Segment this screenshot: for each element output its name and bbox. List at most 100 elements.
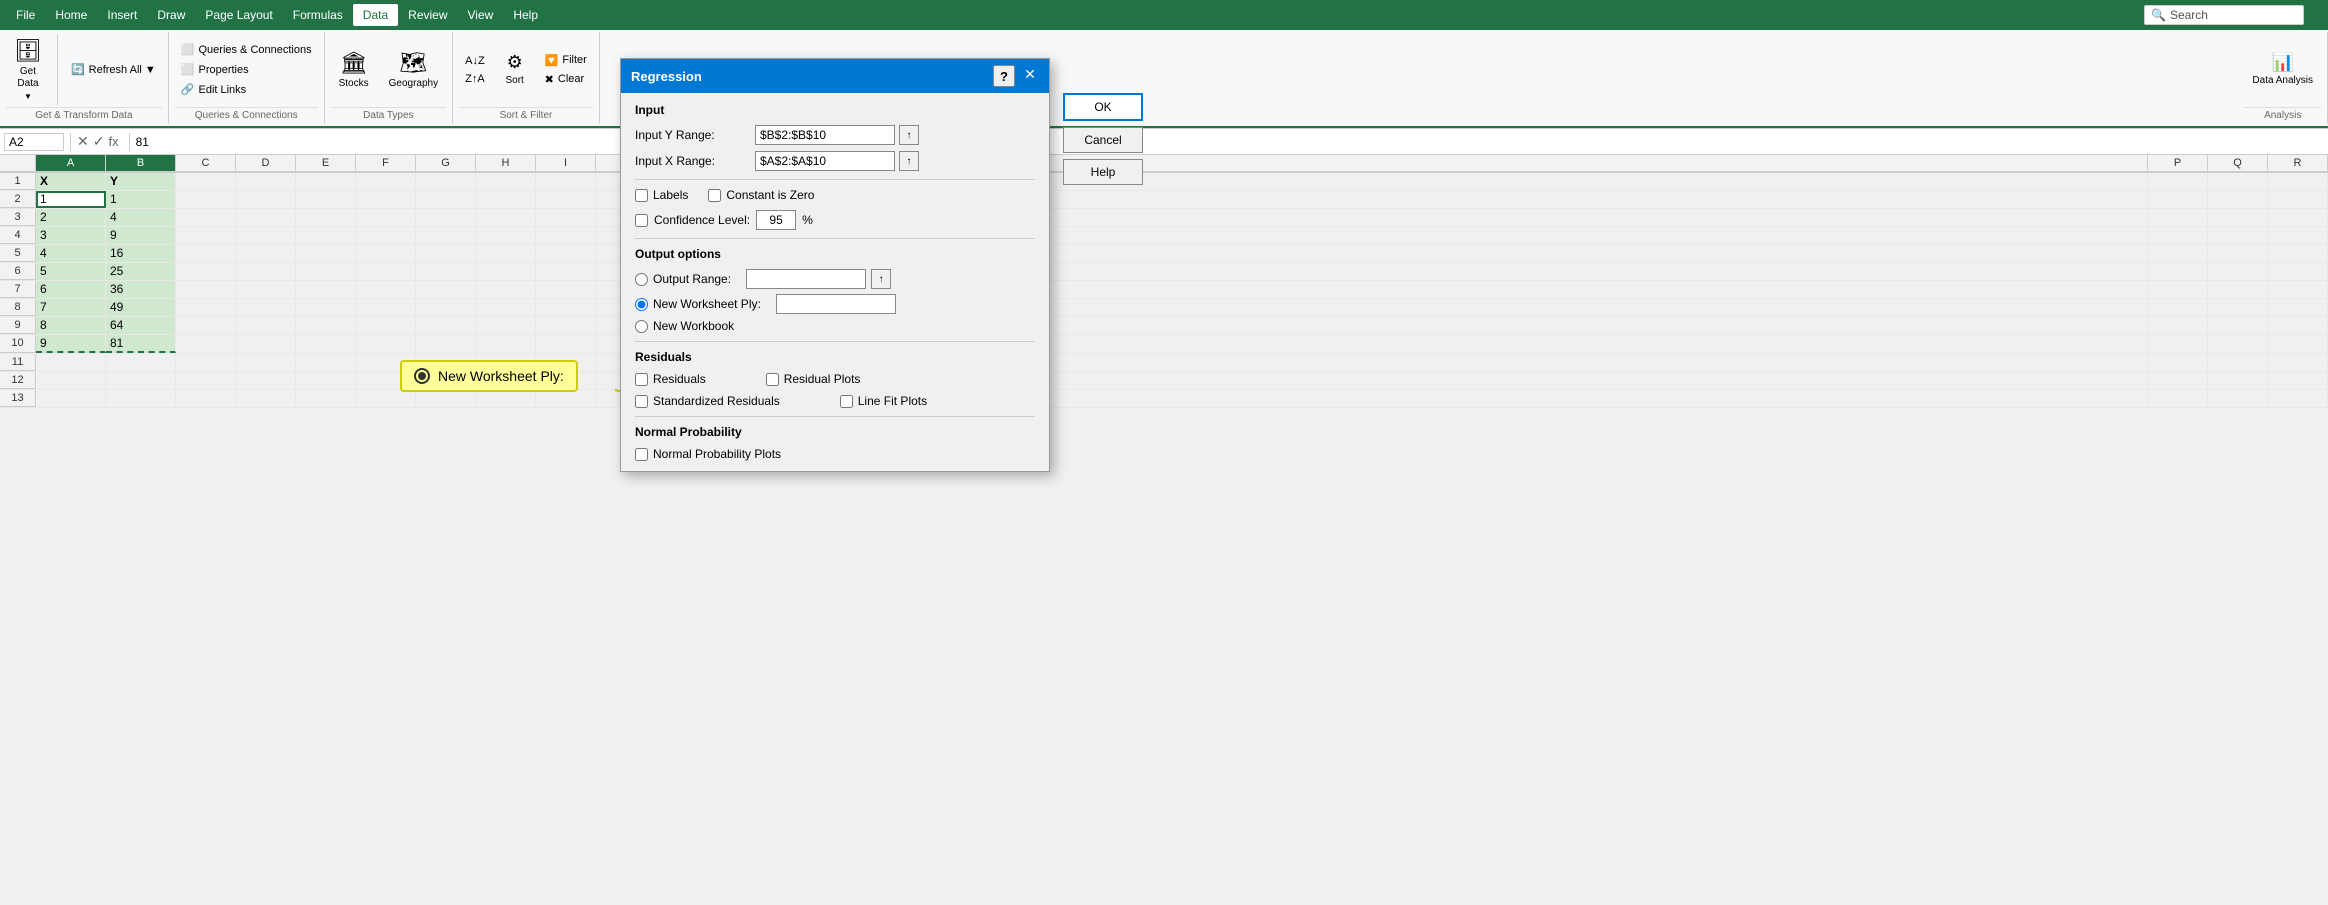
sort-za-button[interactable]: Z↑A — [459, 71, 491, 87]
sort-az-button[interactable]: A↓Z — [459, 53, 491, 69]
dialog-close-button[interactable]: ✕ — [1021, 65, 1039, 83]
cell-p1[interactable] — [2148, 173, 2208, 190]
cell-b3[interactable]: 4 — [106, 209, 176, 226]
constant-zero-checkbox-item[interactable]: Constant is Zero — [708, 188, 814, 202]
cell-i1[interactable] — [536, 173, 596, 190]
cell-a4[interactable]: 3 — [36, 227, 106, 244]
menu-page-layout[interactable]: Page Layout — [195, 4, 282, 26]
col-header-d[interactable]: D — [236, 155, 296, 172]
cell-q2[interactable] — [2208, 191, 2268, 208]
new-workbook-radio[interactable] — [635, 320, 648, 333]
cell-p2[interactable] — [2148, 191, 2208, 208]
cell-f1[interactable] — [356, 173, 416, 190]
cell-b9[interactable]: 64 — [106, 317, 176, 334]
cell-q1[interactable] — [2208, 173, 2268, 190]
properties-button[interactable]: ⬜ Properties — [175, 61, 318, 78]
data-analysis-button[interactable]: 📊 Data Analysis — [2244, 48, 2321, 91]
cell-a2[interactable]: 1 — [36, 191, 106, 208]
edit-links-button[interactable]: 🔗 Edit Links — [175, 81, 318, 98]
col-header-r[interactable]: R — [2268, 155, 2328, 172]
menu-review[interactable]: Review — [398, 4, 457, 26]
menu-file[interactable]: File — [6, 4, 45, 26]
cell-d1[interactable] — [236, 173, 296, 190]
residual-plots-checkbox-item[interactable]: Residual Plots — [766, 372, 861, 386]
cell-f2[interactable] — [356, 191, 416, 208]
input-y-range-btn[interactable]: ↑ — [899, 125, 919, 145]
col-header-i[interactable]: I — [536, 155, 596, 172]
cell-b7[interactable]: 36 — [106, 281, 176, 298]
filter-button[interactable]: 🔽 Filter — [539, 52, 593, 69]
output-range-input[interactable] — [746, 269, 866, 289]
input-x-range-btn[interactable]: ↑ — [899, 151, 919, 171]
cancel-formula-icon[interactable]: ✕ — [77, 133, 89, 150]
line-fit-checkbox[interactable] — [840, 395, 853, 408]
cell-b4[interactable]: 9 — [106, 227, 176, 244]
insert-function-icon[interactable]: fx — [108, 134, 118, 149]
menu-insert[interactable]: Insert — [97, 4, 147, 26]
cell-i2[interactable] — [536, 191, 596, 208]
menu-home[interactable]: Home — [45, 4, 97, 26]
cell-h2[interactable] — [476, 191, 536, 208]
confirm-formula-icon[interactable]: ✓ — [93, 133, 105, 150]
cell-c1[interactable] — [176, 173, 236, 190]
formula-input[interactable] — [136, 135, 2324, 149]
normal-prob-checkbox-item[interactable]: Normal Probability Plots — [635, 447, 1035, 461]
cancel-button[interactable]: Cancel — [1063, 127, 1143, 153]
line-fit-checkbox-item[interactable]: Line Fit Plots — [840, 394, 927, 408]
cell-h1[interactable] — [476, 173, 536, 190]
constant-zero-checkbox[interactable] — [708, 189, 721, 202]
standardized-checkbox-item[interactable]: Standardized Residuals — [635, 394, 780, 408]
labels-checkbox-item[interactable]: Labels — [635, 188, 688, 202]
cell-b1[interactable]: Y — [106, 173, 176, 190]
confidence-value-input[interactable] — [756, 210, 796, 230]
menu-help[interactable]: Help — [503, 4, 548, 26]
col-header-p[interactable]: P — [2148, 155, 2208, 172]
cell-a8[interactable]: 7 — [36, 299, 106, 316]
residual-plots-checkbox[interactable] — [766, 373, 779, 386]
queries-connections-button[interactable]: ⬜ Queries & Connections — [175, 41, 318, 58]
residuals-checkbox-item[interactable]: Residuals — [635, 372, 706, 386]
menu-formulas[interactable]: Formulas — [283, 4, 353, 26]
help-button[interactable]: Help — [1063, 159, 1143, 185]
cell-a1[interactable]: X — [36, 173, 106, 190]
clear-button[interactable]: ✖ Clear — [539, 71, 593, 88]
output-range-radio[interactable] — [635, 273, 648, 286]
refresh-all-button[interactable]: 🔄 Refresh All ▼ — [65, 61, 162, 78]
cell-d2[interactable] — [236, 191, 296, 208]
cell-r1[interactable] — [2268, 173, 2328, 190]
cell-b8[interactable]: 49 — [106, 299, 176, 316]
col-header-e[interactable]: E — [296, 155, 356, 172]
dialog-help-icon-btn[interactable]: ? — [993, 65, 1015, 87]
menu-view[interactable]: View — [458, 4, 504, 26]
menu-data[interactable]: Data — [353, 4, 398, 26]
sort-button[interactable]: ⚙ Sort — [495, 48, 535, 91]
cell-e2[interactable] — [296, 191, 356, 208]
cell-e1[interactable] — [296, 173, 356, 190]
cell-b2[interactable]: 1 — [106, 191, 176, 208]
col-header-b[interactable]: B — [106, 155, 176, 172]
input-x-field[interactable] — [755, 151, 895, 171]
standardized-checkbox[interactable] — [635, 395, 648, 408]
stocks-button[interactable]: 🏛 Stocks — [331, 46, 377, 94]
residuals-checkbox[interactable] — [635, 373, 648, 386]
col-header-q[interactable]: Q — [2208, 155, 2268, 172]
cell-a5[interactable]: 4 — [36, 245, 106, 262]
cell-r2[interactable] — [2268, 191, 2328, 208]
geography-button[interactable]: 🗺 Geography — [381, 46, 446, 94]
cell-a9[interactable]: 8 — [36, 317, 106, 334]
cell-a3[interactable]: 2 — [36, 209, 106, 226]
cell-c2[interactable] — [176, 191, 236, 208]
col-header-f[interactable]: F — [356, 155, 416, 172]
cell-g2[interactable] — [416, 191, 476, 208]
col-header-a[interactable]: A — [36, 155, 106, 172]
labels-checkbox[interactable] — [635, 189, 648, 202]
input-y-field[interactable] — [755, 125, 895, 145]
get-data-button[interactable]: 🗄 GetData ▼ — [6, 34, 50, 105]
cell-a10[interactable]: 9 — [36, 335, 106, 353]
new-worksheet-radio-item[interactable]: New Worksheet Ply: — [635, 294, 1035, 314]
ok-button[interactable]: OK — [1063, 93, 1143, 121]
regression-dialog[interactable]: Regression ? ✕ OK Cancel Help Input Inpu… — [620, 58, 1050, 472]
col-header-c[interactable]: C — [176, 155, 236, 172]
new-worksheet-radio[interactable] — [635, 298, 648, 311]
new-worksheet-input[interactable] — [776, 294, 896, 314]
